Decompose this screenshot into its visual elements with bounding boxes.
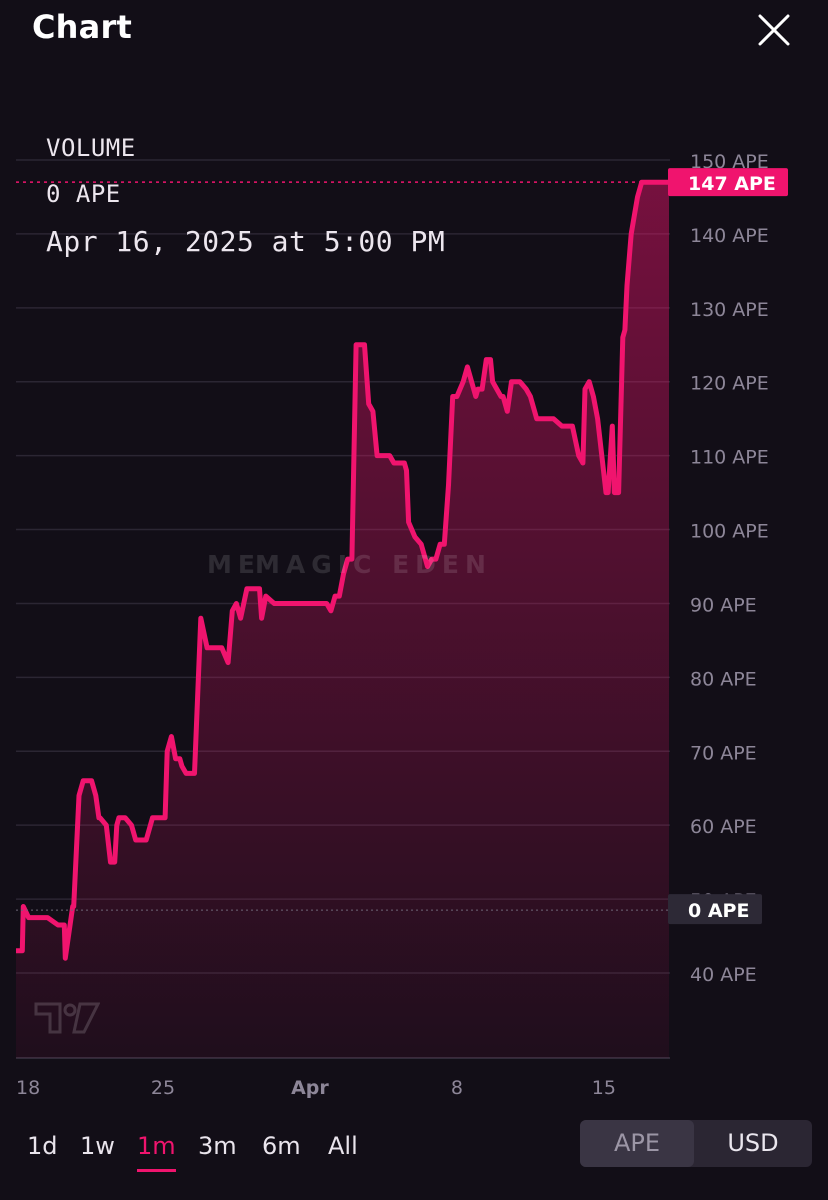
tradingview-logo-icon bbox=[34, 1000, 101, 1040]
magic-eden-logo-icon: ME bbox=[207, 550, 261, 579]
price-area bbox=[16, 182, 669, 1058]
magic-eden-watermark: MEMAGIC EDEN bbox=[207, 550, 492, 579]
time-range-selector: 1d 1w 1m 3m 6m All bbox=[0, 1120, 560, 1180]
x-tick-label: 18 bbox=[16, 1077, 40, 1099]
x-tick-label: Apr bbox=[291, 1077, 329, 1099]
currency-toggle: APE USD bbox=[580, 1120, 812, 1167]
volume-label: VOLUME bbox=[46, 134, 136, 162]
range-1d[interactable]: 1d bbox=[27, 1132, 58, 1160]
crosshair-tooltip: VOLUME 0 APE Apr 16, 2025 at 5:00 PM bbox=[46, 133, 445, 259]
volume-marker-label: 0 APE bbox=[688, 900, 749, 922]
watermark-text: MAGIC EDEN bbox=[255, 550, 492, 579]
currency-ape-button[interactable]: APE bbox=[580, 1120, 694, 1167]
x-tick-label: 8 bbox=[451, 1077, 463, 1099]
range-3m[interactable]: 3m bbox=[198, 1132, 237, 1160]
volume-value: 0 APE bbox=[46, 180, 121, 208]
y-tick-label: 140 APE bbox=[690, 225, 769, 247]
y-tick-label: 70 APE bbox=[690, 742, 757, 764]
y-tick-label: 100 APE bbox=[690, 521, 769, 543]
range-1w[interactable]: 1w bbox=[80, 1132, 115, 1160]
y-tick-label: 120 APE bbox=[690, 373, 769, 395]
range-6m[interactable]: 6m bbox=[262, 1132, 301, 1160]
crosshair-date: Apr 16, 2025 at 5:00 PM bbox=[46, 225, 446, 258]
y-tick-label: 60 APE bbox=[690, 816, 757, 838]
y-tick-label: 110 APE bbox=[690, 447, 769, 469]
x-tick-label: 25 bbox=[151, 1077, 175, 1099]
current-price-label: 147 APE bbox=[688, 173, 776, 195]
y-tick-label: 90 APE bbox=[690, 594, 757, 616]
currency-usd-button[interactable]: USD bbox=[694, 1120, 812, 1167]
y-tick-label: 40 APE bbox=[690, 964, 757, 986]
y-tick-label: 130 APE bbox=[690, 299, 769, 321]
range-1m[interactable]: 1m bbox=[137, 1132, 176, 1172]
x-tick-label: 15 bbox=[592, 1077, 616, 1099]
range-all[interactable]: All bbox=[328, 1132, 358, 1160]
y-tick-label: 80 APE bbox=[690, 668, 757, 690]
